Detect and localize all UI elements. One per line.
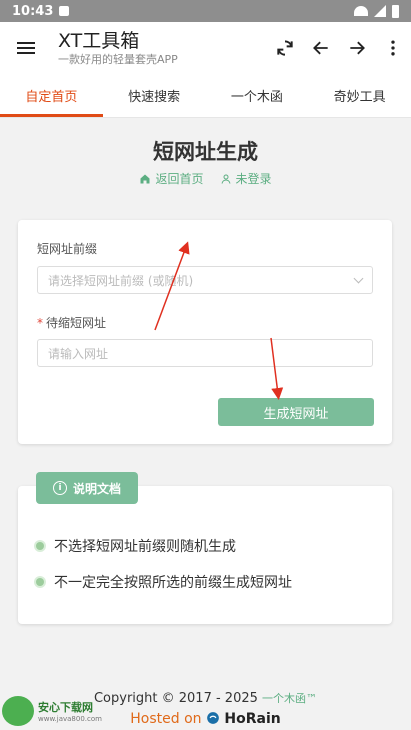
prefix-select-placeholder: 请选择短网址前缀 (或随机) <box>48 273 194 288</box>
watermark-url: www.java800.com <box>38 715 102 723</box>
arrow-right-icon[interactable] <box>339 22 375 74</box>
watermark-logo-icon <box>2 696 34 726</box>
signal-icon <box>374 5 386 17</box>
refresh-icon[interactable] <box>267 22 303 74</box>
info-icon: i <box>52 481 67 495</box>
home-link[interactable]: 返回首页 <box>139 170 204 187</box>
battery-icon <box>392 4 399 18</box>
app-bar: XT工具箱 一款好用的轻量套壳APP <box>0 22 411 74</box>
menu-icon[interactable] <box>0 22 52 74</box>
tab-mutoolbox[interactable]: 一个木函 <box>206 74 309 117</box>
page-title: 短网址生成 <box>153 140 258 164</box>
more-vert-icon[interactable] <box>375 22 411 74</box>
footer-brand-link[interactable]: 一个木函™ <box>262 692 317 705</box>
tab-tools[interactable]: 奇妙工具 <box>308 74 411 117</box>
tab-bar: 自定首页 快速搜索 一个木函 奇妙工具 <box>0 74 411 118</box>
chevron-down-icon <box>353 273 364 283</box>
wifi-icon <box>354 6 368 16</box>
user-icon <box>221 174 230 184</box>
docs-badge-label: 说明文档 <box>72 481 121 496</box>
notification-icon <box>59 6 70 16</box>
docs-list-item: 不一定完全按照所选的前缀生成短网址 <box>36 572 292 592</box>
status-bar: 10:43 <box>0 0 411 22</box>
app-titles: XT工具箱 一款好用的轻量套壳APP <box>52 29 267 67</box>
page-subnav: 返回首页 未登录 <box>0 170 411 187</box>
bullet-icon <box>36 578 44 586</box>
login-link[interactable]: 未登录 <box>220 170 272 187</box>
horain-logo-icon <box>207 712 219 724</box>
login-link-label: 未登录 <box>235 172 272 186</box>
app-title: XT工具箱 <box>58 30 140 52</box>
docs-list-item: 不选择短网址前缀则随机生成 <box>36 536 236 556</box>
url-label-text: 待缩短网址 <box>46 316 107 330</box>
copyright-text: Copyright © 2017 - 2025 <box>93 691 258 706</box>
hosted-prefix: Hosted on <box>130 711 202 727</box>
docs-badge: i 说明文档 <box>36 472 138 504</box>
watermark: 安心下载网 www.java800.com <box>2 696 102 726</box>
tab-quick-search[interactable]: 快速搜索 <box>103 74 206 117</box>
docs-card: i 说明文档 不选择短网址前缀则随机生成 不一定完全按照所选的前缀生成短网址 <box>18 472 392 624</box>
home-link-label: 返回首页 <box>155 172 204 186</box>
shorturl-form-card: 短网址前缀 请选择短网址前缀 (或随机) * 待缩短网址 请输入网址 生成短网址 <box>18 220 392 444</box>
home-icon <box>140 174 150 183</box>
bullet-icon <box>36 542 44 550</box>
arrow-left-icon[interactable] <box>303 22 339 74</box>
prefix-label: 短网址前缀 <box>37 242 98 256</box>
status-time: 10:43 <box>12 3 54 19</box>
url-label: * 待缩短网址 <box>37 314 106 331</box>
required-mark: * <box>37 316 43 330</box>
generate-button[interactable]: 生成短网址 <box>218 398 374 426</box>
docs-item-text: 不一定完全按照所选的前缀生成短网址 <box>54 575 292 591</box>
watermark-title: 安心下载网 <box>38 701 93 714</box>
prefix-select[interactable]: 请选择短网址前缀 (或随机) <box>37 266 373 294</box>
app-subtitle: 一款好用的轻量套壳APP <box>58 53 178 66</box>
tab-custom-home[interactable]: 自定首页 <box>0 74 103 117</box>
url-input[interactable]: 请输入网址 <box>37 339 373 367</box>
url-input-placeholder: 请输入网址 <box>48 346 109 361</box>
docs-item-text: 不选择短网址前缀则随机生成 <box>54 539 236 555</box>
host-name-link[interactable]: HoRain <box>224 711 280 727</box>
